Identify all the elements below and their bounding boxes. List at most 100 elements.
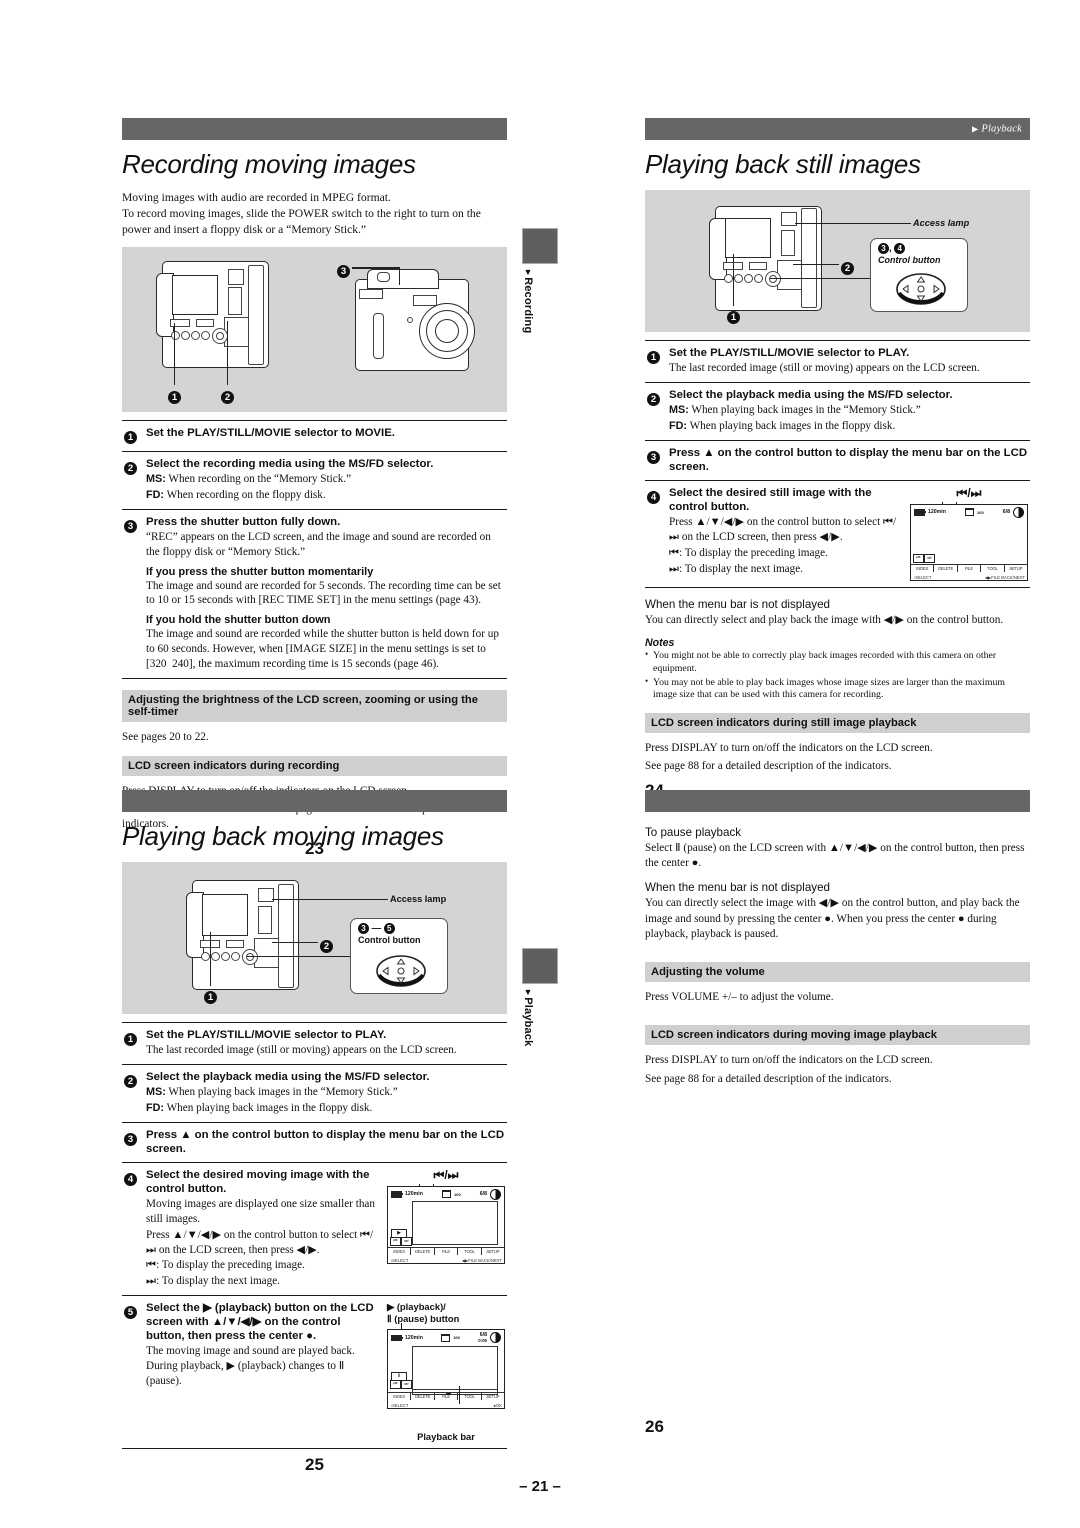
battery-icon-24 (914, 509, 926, 516)
next-image-button-25-5[interactable]: ⏭ (401, 1380, 412, 1390)
lcd-image-frame-25-4 (412, 1200, 498, 1245)
step-3: 3 Press the shutter button fully down. “… (122, 510, 507, 679)
step-line-24-4c: ⏭: To display the next image. (669, 562, 803, 575)
step-24-2: 2 Select the playback media using the MS… (645, 383, 1030, 441)
lcd-screen-moving-select: 120min 100 6/8 ▶ ⏮ ⏭ INDEX DELETE FILE T… (387, 1185, 505, 1264)
control-box-steps-24: 3, 4 (871, 239, 967, 254)
note-item: You may not be able to play back images … (645, 676, 1030, 702)
lcd-menu-bar-24[interactable]: INDEX DELETE FILE TOOL SETUP (911, 563, 1027, 572)
prev-image-button-25-5[interactable]: ⏮ (390, 1380, 401, 1390)
control-button-callout-box-25: 3 — 5 Control button (350, 918, 448, 994)
menu-index-25-4[interactable]: INDEX (388, 1247, 412, 1255)
control-box-label-24: Control button (878, 255, 941, 265)
section-band-26 (645, 790, 1030, 812)
lcd-screen-still-playback: 120min 100 6/8 ⏮ ⏭ INDEX DELETE FILE TOO… (910, 503, 1028, 581)
band-tag-playback: ▶ Playback (971, 123, 1022, 135)
text-display-still-1: Press DISPLAY to turn on/off the indicat… (645, 742, 933, 755)
step-title-24-4: Select the desired still image with the … (669, 486, 872, 514)
side-tab-label-recording: ▼Recording (522, 267, 534, 334)
menu-file-25-4[interactable]: FILE (435, 1247, 459, 1255)
lcd-caption-25-4: ⏮/⏭ (433, 1167, 459, 1182)
callout-badge-24-1: 1 (727, 307, 740, 325)
step-25-4: 4 Select the desired moving image with t… (122, 1163, 507, 1296)
callout-badge-25-2: 2 (320, 936, 333, 954)
page-number-26: 26 (645, 1416, 664, 1436)
control-button-callout-box-24: 3, 4 Control button (870, 238, 968, 312)
step-number-24-4: 4 (645, 486, 669, 581)
next-image-button-25-4[interactable]: ⏭ (401, 1236, 412, 1246)
heading-menubar-not-displayed-24: When the menu bar is not displayed (645, 597, 830, 611)
step-line-25-4d: ⏭: To display the next image. (146, 1275, 280, 1288)
menu-setup-25-4[interactable]: SETUP (482, 1248, 504, 1255)
prev-image-button-24[interactable]: ⏮ (913, 553, 924, 563)
text-menubar-not-displayed-24: You can directly select and play back th… (645, 613, 1004, 626)
elapsed-time-25-5: 0:05 (478, 1337, 487, 1343)
access-lamp-leader-25 (272, 899, 388, 901)
menu-file-24[interactable]: FILE (958, 564, 982, 572)
lcd-caption-24: ⏮/⏭ (956, 485, 982, 500)
lcd-menu-bar-25-4[interactable]: INDEX DELETE FILE TOOL SETUP (388, 1246, 504, 1255)
camera-rear-illustration-25 (182, 876, 312, 1000)
substep-head-momentary: If you press the shutter button momentar… (146, 565, 374, 578)
prev-next-buttons-25-5[interactable]: ⏮ ⏭ (390, 1380, 412, 1390)
step-desc-25-5: The moving image and sound are played ba… (146, 1345, 355, 1387)
callout-leader-24-2 (793, 264, 839, 266)
next-image-button-24[interactable]: ⏭ (924, 553, 935, 563)
text-display-still-2: See page 88 for a detailed description o… (645, 760, 892, 773)
menu-delete-25-4[interactable]: DELETE (411, 1247, 435, 1255)
menu-setup-24[interactable]: SETUP (1005, 565, 1027, 572)
control-leader-24 (770, 278, 870, 280)
step-desc-3: “REC” appears on the LCD screen, and the… (146, 531, 491, 558)
menu-tool-25-4[interactable]: TOOL (458, 1247, 482, 1255)
menu-tool-25-5[interactable]: TOOL (458, 1393, 482, 1401)
callout-badge-1: 1 (168, 387, 181, 405)
folder-number-25-4: 100 (454, 1191, 461, 1197)
step-line-25-ms: MS: When playing back images in the “Mem… (146, 1086, 398, 1099)
camera-rear-illustration-24 (705, 202, 835, 320)
menu-index-24[interactable]: INDEX (911, 564, 935, 572)
side-tab-playback: ▼Playback (522, 948, 562, 1047)
menu-file-25-5[interactable]: FILE (435, 1393, 459, 1401)
text-volume: Press VOLUME +/– to adjust the volume. (645, 991, 834, 1004)
menu-delete-25-5[interactable]: DELETE (411, 1393, 435, 1401)
heading-pause-playback: To pause playback (645, 826, 742, 839)
status-select-25-5: ↕SELECT (390, 1403, 409, 1409)
menu-setup-25-5[interactable]: SETUP (482, 1393, 504, 1400)
notes-title-24: Notes (645, 637, 675, 650)
callout-badge-25-1: 1 (204, 987, 217, 1005)
lcd-menu-bar-25-5[interactable]: INDEX DELETE FILE TOOL SETUP (388, 1392, 504, 1401)
illustration-still-playback: Access lamp 3, 4 Control button 2 1 (645, 190, 1030, 332)
step-number-25-2: 2 (122, 1070, 146, 1116)
step-25-5: 5 Select the ▶ (playback) button on the … (122, 1296, 507, 1450)
access-lamp-label-25: Access lamp (390, 894, 447, 904)
step-title-3: Press the shutter button fully down. (146, 516, 341, 528)
callout-badge-2: 2 (221, 387, 234, 405)
step-number-24-2: 2 (645, 388, 669, 434)
text-display-moving-2: See page 88 for a detailed description o… (645, 1072, 892, 1085)
step-1: 1 Set the PLAY/STILL/MOVIE selector to M… (122, 421, 507, 453)
page-number-25: 25 (305, 1455, 324, 1475)
step-title-25-3: Press ▲ on the control button to display… (146, 1128, 505, 1155)
menu-tool-24[interactable]: TOOL (981, 564, 1005, 572)
callout-leader-3b (399, 267, 401, 286)
substep-text-momentary: The image and sound are recorded for 5 s… (146, 579, 501, 607)
menu-delete-24[interactable]: DELETE (934, 564, 958, 572)
lcd-status-bar-25-5: ↕SELECT ●OK (388, 1403, 504, 1408)
step-number-2: 2 (122, 457, 146, 503)
side-tab-square-playback (522, 948, 558, 984)
lcd-status-bar-24: ↕SELECT ◀▶FILE BACK/NEXT (911, 575, 1027, 580)
step-title-24-1: Set the PLAY/STILL/MOVIE selector to PLA… (669, 347, 910, 359)
page-title-24: Playing back still images (645, 149, 921, 179)
prev-next-buttons-24[interactable]: ⏮ ⏭ (913, 553, 935, 563)
step-title-24-2: Select the playback media using the MS/F… (669, 388, 953, 401)
step-line-fd: FD: When recording on the floppy disk. (146, 489, 326, 502)
lcd-status-bar-25-4: ↕SELECT ◀▶FILE BACK/NEXT (388, 1258, 504, 1263)
step-line-25-4c: ⏮: To display the preceding image. (146, 1259, 305, 1272)
page-title-25: Playing back moving images (122, 821, 444, 851)
text-display-moving-1: Press DISPLAY to turn on/off the indicat… (645, 1054, 933, 1067)
shaded-heading-volume: Adjusting the volume (645, 962, 1030, 983)
text-see-pages: See pages 20 to 22. (122, 730, 209, 743)
menu-index-25-5[interactable]: INDEX (388, 1393, 412, 1401)
prev-image-button-25-4[interactable]: ⏮ (390, 1236, 401, 1246)
prev-next-buttons-25-4[interactable]: ⏮ ⏭ (390, 1236, 412, 1246)
